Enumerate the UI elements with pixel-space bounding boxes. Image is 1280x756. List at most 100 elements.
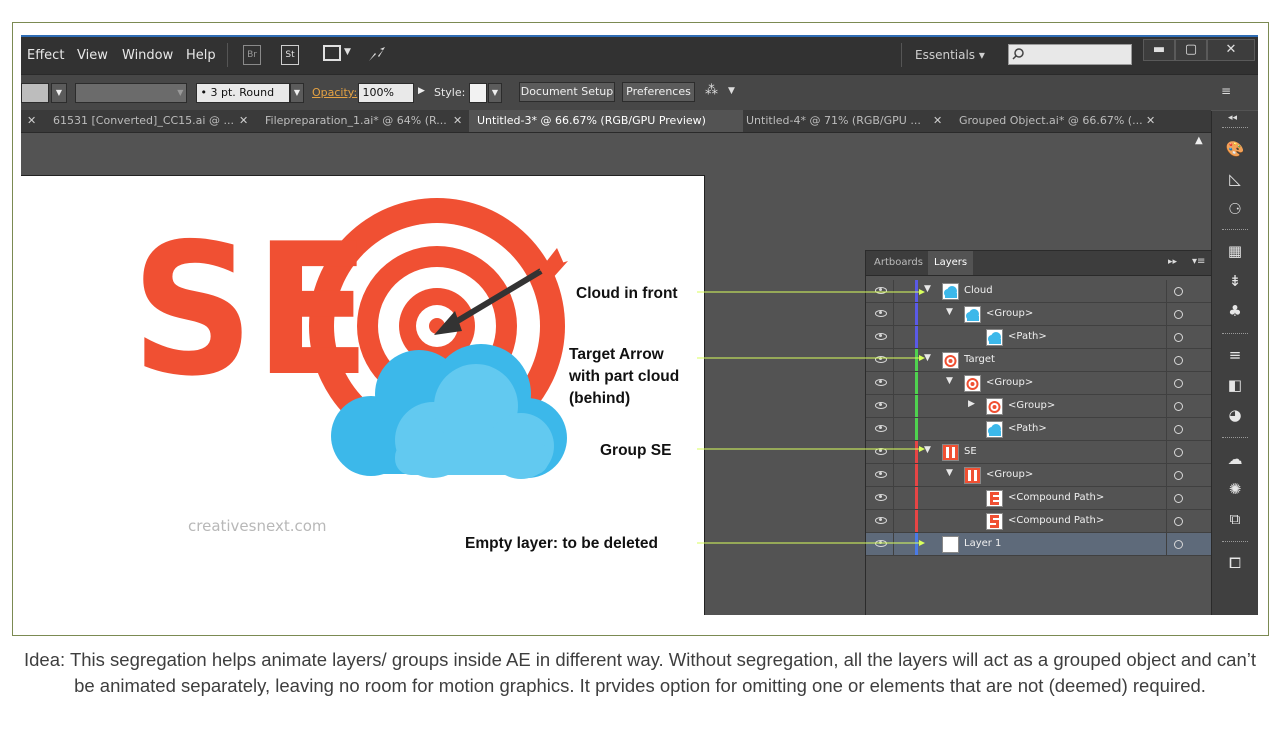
target-circle-icon[interactable] [1174, 448, 1183, 457]
target-circle-icon[interactable] [1174, 471, 1183, 480]
workspace-switcher[interactable]: Essentials ▾ [915, 48, 985, 62]
expand-triangle-icon[interactable]: ▶ [968, 399, 975, 409]
layer-row[interactable]: <Path> [866, 418, 1211, 441]
visibility-eye-icon[interactable] [875, 308, 887, 318]
visibility-eye-icon[interactable] [875, 538, 887, 548]
gpu-performance-icon[interactable] [367, 45, 387, 63]
collapse-triangle-icon[interactable]: ▼ [946, 468, 953, 478]
fill-swatch[interactable] [21, 83, 49, 103]
libraries-icon[interactable]: ☁ [1224, 449, 1246, 469]
tab-artboards[interactable]: Artboards [868, 251, 929, 275]
swatches-icon[interactable]: ▦ [1224, 241, 1246, 261]
expand-dock-icon[interactable]: ◂◂ [1228, 113, 1237, 123]
document-tab[interactable]: Filepreparation_1.ai* @ 64% (R... [257, 110, 455, 132]
layer-row[interactable]: ▼ <Group> [866, 464, 1211, 487]
collapse-triangle-icon[interactable]: ▼ [946, 376, 953, 386]
transparency-icon[interactable]: ◧ [1224, 375, 1246, 395]
maximize-button[interactable]: ▢ [1175, 39, 1207, 61]
layer-name[interactable]: <Group> [986, 469, 1033, 480]
target-circle-icon[interactable] [1174, 287, 1183, 296]
target-circle-icon[interactable] [1174, 333, 1183, 342]
document-tab[interactable]: Untitled-4* @ 71% (RGB/GPU ... [738, 110, 936, 132]
close-tab-icon[interactable]: ✕ [453, 110, 462, 132]
layer-name[interactable]: Cloud [964, 285, 993, 296]
visibility-eye-icon[interactable] [875, 446, 887, 456]
visibility-eye-icon[interactable] [875, 469, 887, 479]
visibility-eye-icon[interactable] [875, 285, 887, 295]
brush-definition-field[interactable]: • 3 pt. Round [196, 83, 290, 103]
layer-name[interactable]: <Group> [986, 308, 1033, 319]
layer-row[interactable]: ▶ <Group> [866, 395, 1211, 418]
target-circle-icon[interactable] [1174, 356, 1183, 365]
target-circle-icon[interactable] [1174, 310, 1183, 319]
layer-name[interactable]: <Group> [986, 377, 1033, 388]
style-dropdown[interactable]: ▼ [488, 83, 502, 103]
collapse-triangle-icon[interactable]: ▼ [924, 445, 931, 455]
symbol-club-icon[interactable]: ♣ [1224, 301, 1246, 321]
layer-row[interactable]: <Path> [866, 326, 1211, 349]
layer-name[interactable]: Layer 1 [964, 538, 1001, 549]
target-circle-icon[interactable] [1174, 425, 1183, 434]
close-tab-icon[interactable]: ✕ [27, 110, 36, 132]
color-guide-icon[interactable]: 🎨 [1224, 139, 1246, 159]
gradient-icon[interactable]: ◺ [1224, 169, 1246, 189]
graphic-styles-icon[interactable]: ✺ [1224, 479, 1246, 499]
artboards-icon[interactable]: ⧠ [1224, 553, 1246, 573]
close-window-button[interactable]: ✕ [1207, 39, 1255, 61]
asset-export-icon[interactable]: ⧉ [1224, 509, 1246, 529]
layer-name[interactable]: <Compound Path> [1008, 515, 1104, 526]
menu-view[interactable]: View [77, 48, 108, 63]
layer-row[interactable]: <Compound Path> [866, 510, 1211, 533]
stroke-weight-dropdown[interactable]: ▼ [75, 83, 187, 103]
symbols-icon[interactable]: ⚆ [1224, 199, 1246, 219]
close-tab-icon[interactable]: ✕ [1146, 110, 1155, 132]
layer-name[interactable]: <Compound Path> [1008, 492, 1104, 503]
target-circle-icon[interactable] [1174, 540, 1183, 549]
collapse-triangle-icon[interactable]: ▼ [924, 353, 931, 363]
layer-name[interactable]: <Path> [1008, 423, 1047, 434]
layer-row[interactable]: Layer 1 [866, 533, 1211, 556]
target-circle-icon[interactable] [1174, 402, 1183, 411]
arrange-documents-icon[interactable] [323, 45, 341, 61]
style-swatch[interactable] [469, 83, 487, 103]
chevron-down-icon[interactable]: ▼ [728, 86, 735, 96]
target-circle-icon[interactable] [1174, 517, 1183, 526]
document-tab[interactable]: 61531 [Converted]_CC15.ai @ ... [45, 110, 243, 132]
layer-name[interactable]: SE [964, 446, 977, 457]
search-input[interactable] [1008, 44, 1132, 65]
align-icon[interactable]: ⁂ [705, 83, 718, 98]
brushes-icon[interactable]: ⇟ [1224, 271, 1246, 291]
visibility-eye-icon[interactable] [875, 331, 887, 341]
document-tab-active[interactable]: Untitled-3* @ 66.67% (RGB/GPU Preview) [469, 110, 743, 132]
layer-row[interactable]: ▼ SE [866, 441, 1211, 464]
menu-effect[interactable]: Effect [27, 48, 64, 63]
layer-name[interactable]: Target [964, 354, 995, 365]
stock-icon[interactable]: St [281, 45, 299, 65]
fill-dropdown[interactable]: ▼ [51, 83, 67, 103]
menu-window[interactable]: Window [122, 48, 173, 63]
close-tab-icon[interactable]: ✕ [239, 110, 248, 132]
opacity-slider-arrow-icon[interactable]: ▶ [418, 86, 425, 96]
panel-menu-icon[interactable]: ≡ [1221, 84, 1231, 98]
visibility-eye-icon[interactable] [875, 423, 887, 433]
bridge-icon[interactable]: Br [243, 45, 261, 65]
target-circle-icon[interactable] [1174, 379, 1183, 388]
scroll-up-arrow-icon[interactable]: ▲ [1195, 135, 1203, 146]
layer-name[interactable]: <Path> [1008, 331, 1047, 342]
menu-help[interactable]: Help [186, 48, 216, 63]
close-tab-icon[interactable]: ✕ [933, 110, 942, 132]
document-tab[interactable]: Grouped Object.ai* @ 66.67% (... [951, 110, 1149, 132]
opacity-field[interactable]: 100% [358, 83, 414, 103]
collapse-triangle-icon[interactable]: ▼ [924, 284, 931, 294]
target-circle-icon[interactable] [1174, 494, 1183, 503]
collapse-triangle-icon[interactable]: ▼ [946, 307, 953, 317]
visibility-eye-icon[interactable] [875, 400, 887, 410]
tab-layers[interactable]: Layers [928, 251, 974, 275]
layer-row[interactable]: ▼ <Group> [866, 303, 1211, 326]
brush-dropdown[interactable]: ▼ [290, 83, 304, 103]
preferences-button[interactable]: Preferences [622, 82, 695, 102]
layer-row[interactable]: <Compound Path> [866, 487, 1211, 510]
chevron-down-icon[interactable]: ▼ [344, 47, 351, 57]
document-setup-button[interactable]: Document Setup [519, 82, 615, 102]
panel-menu-icon[interactable]: ▾≡ [1192, 256, 1205, 267]
